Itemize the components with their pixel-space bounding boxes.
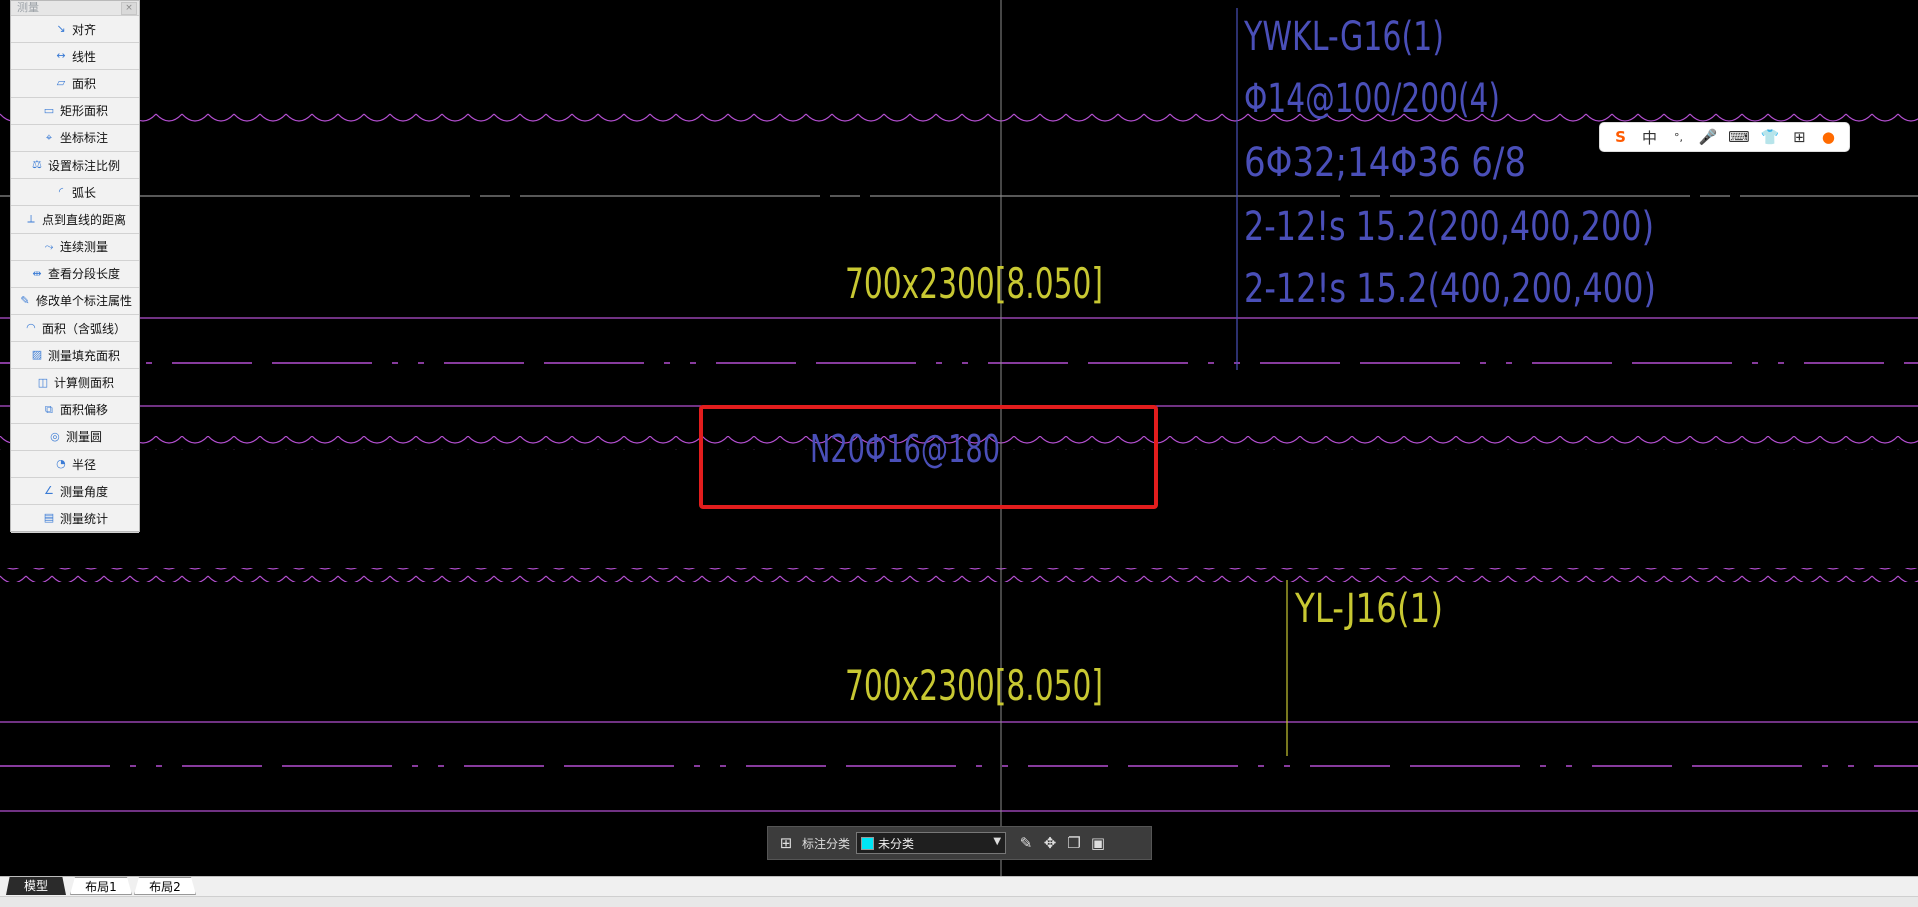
- annotation-category-label: 标注分类: [802, 836, 851, 851]
- radius-icon: ◔: [56, 457, 66, 471]
- yl-label: YL-J16(1): [1294, 586, 1443, 632]
- measure-tool-statistics[interactable]: ▤ 测量统计: [11, 505, 139, 533]
- tab-model[interactable]: 模型: [6, 877, 66, 895]
- keyboard-icon[interactable]: ⌨: [1728, 128, 1750, 146]
- toolbox-icon[interactable]: ⊞: [1790, 128, 1808, 146]
- status-bar: [0, 896, 1918, 907]
- measure-tool-angle[interactable]: ∠ 测量角度: [11, 478, 139, 506]
- measure-tool-segment-length[interactable]: ⇹ 查看分段长度: [11, 261, 139, 288]
- close-icon[interactable]: ×: [121, 2, 137, 15]
- category-color-swatch: [861, 836, 875, 850]
- measure-tool-label: 弧长: [71, 185, 96, 200]
- arc-length-icon: ◜: [58, 185, 64, 199]
- measure-tool-edit-dimension[interactable]: ✎ 修改单个标注属性: [11, 288, 139, 316]
- tab-layout2[interactable]: 布局2: [134, 877, 196, 895]
- measure-tool-label: 测量圆: [65, 430, 102, 445]
- ywkl-side-rebar-2: 2-12!s 15.2(400,200,400): [1244, 266, 1656, 312]
- tab-layout1[interactable]: 布局1: [70, 877, 132, 895]
- area-icon: ▱: [56, 76, 66, 90]
- measure-tool-label: 测量角度: [59, 484, 108, 499]
- measure-tool-label: 设置标注比例: [47, 158, 120, 173]
- measure-tool-circle-measure[interactable]: ◎ 测量圆: [11, 424, 139, 451]
- punctuation-icon[interactable]: °,: [1669, 131, 1687, 144]
- measure-tool-rect-area[interactable]: ▭ 矩形面积: [11, 98, 139, 125]
- angle-icon: ∠: [44, 484, 54, 498]
- measure-tool-label: 查看分段长度: [47, 267, 120, 282]
- measure-tool-point-line-distance[interactable]: ⟂ 点到直线的距离: [11, 206, 139, 234]
- rect-area-icon: ▭: [43, 103, 55, 117]
- measure-tool-arc-length[interactable]: ◜ 弧长: [11, 179, 139, 207]
- wavy-line-bottom: [0, 568, 1918, 582]
- measure-tool-label: 连续测量: [59, 240, 108, 255]
- scale-icon: ⚖: [32, 158, 42, 172]
- beam-size-bottom: 700x2300[8.050]: [845, 661, 1103, 710]
- selected-category: 未分类: [878, 836, 915, 851]
- measure-tool-continuous-measure[interactable]: ⤳ 连续测量: [11, 234, 139, 261]
- wavy-line-top: [0, 108, 1918, 122]
- mascot-icon[interactable]: ●: [1819, 128, 1837, 146]
- edit-icon[interactable]: ✎: [1014, 831, 1038, 855]
- measure-tool-fill-area[interactable]: ▨ 测量填充面积: [11, 342, 139, 370]
- fill-area-icon: ▨: [31, 348, 43, 362]
- panel-title-text: 测量: [17, 1, 39, 14]
- measure-panel: 测量 × ↘ 对齐 ↔ 线性 ▱ 面积 ▭ 矩形面积 ⌖ 坐标标注 ⚖ 设置标注比例 ◜ 弧长 ⟂ 点到直线的…: [10, 0, 140, 533]
- circle-measure-icon: ◎: [50, 429, 60, 443]
- measure-tool-label: 线性: [71, 49, 96, 64]
- chinese-mode-toggle[interactable]: 中: [1640, 127, 1658, 148]
- measure-tool-area-offset[interactable]: ⧉ 面积偏移: [11, 397, 139, 424]
- measure-tool-label: 修改单个标注属性: [35, 294, 132, 309]
- measure-tool-label: 面积: [71, 76, 96, 91]
- highlight-rebar-text: N20Φ16@180: [810, 427, 1000, 471]
- measure-tool-radius[interactable]: ◔ 半径: [11, 451, 139, 479]
- layout-tabs: 模型 布局1 布局2: [0, 876, 1918, 897]
- measure-tool-label: 对齐: [71, 22, 96, 37]
- measure-tool-scale[interactable]: ⚖ 设置标注比例: [11, 152, 139, 180]
- statistics-icon: ▤: [43, 511, 55, 525]
- measure-tool-arc-area[interactable]: ◠ 面积（含弧线）: [11, 315, 139, 343]
- microphone-icon[interactable]: 🎤: [1698, 128, 1717, 146]
- move-icon[interactable]: ✥: [1038, 831, 1062, 855]
- measure-tool-label: 测量统计: [59, 511, 108, 526]
- sogou-logo-icon[interactable]: S: [1611, 128, 1629, 146]
- measure-tool-linear-measure[interactable]: ↔ 线性: [11, 43, 139, 71]
- coordinate-icon: ⌖: [45, 130, 53, 144]
- ywkl-stirrup: Φ14@100/200(4): [1244, 76, 1500, 122]
- paste-icon[interactable]: ▣: [1086, 831, 1110, 855]
- align-measure-icon: ↘: [56, 22, 66, 36]
- measure-tool-label: 测量填充面积: [47, 348, 120, 363]
- measure-tool-label: 点到直线的距离: [41, 212, 126, 227]
- measure-tool-label: 矩形面积: [59, 104, 108, 119]
- area-offset-icon: ⧉: [45, 402, 53, 416]
- ime-toolbar: S 中 °, 🎤 ⌨ 👕 ⊞ ●: [1599, 122, 1850, 152]
- annotation-category-select[interactable]: 未分类 ▼: [856, 832, 1007, 854]
- ywkl-main-rebar: 6Φ32;14Φ36 6/8: [1244, 140, 1526, 186]
- annotation-toolbar: ⊞ 标注分类 未分类 ▼ ✎ ✥ ❐ ▣: [767, 826, 1152, 860]
- edit-dimension-icon: ✎: [20, 293, 30, 307]
- measure-tool-label: 计算侧面积: [53, 376, 114, 391]
- continuous-measure-icon: ⤳: [44, 239, 54, 253]
- measure-tool-label: 坐标标注: [59, 131, 108, 146]
- skin-icon[interactable]: 👕: [1761, 128, 1780, 146]
- ywkl-label: YWKL-G16(1): [1243, 14, 1444, 60]
- measure-tool-side-area[interactable]: ◫ 计算侧面积: [11, 369, 139, 397]
- point-line-distance-icon: ⟂: [27, 212, 35, 226]
- side-area-icon: ◫: [37, 375, 49, 389]
- measure-tool-coordinate[interactable]: ⌖ 坐标标注: [11, 125, 139, 152]
- segment-length-icon: ⇹: [32, 266, 42, 280]
- copy-icon[interactable]: ❐: [1062, 831, 1086, 855]
- measure-tool-align-measure[interactable]: ↘ 对齐: [11, 16, 139, 44]
- measure-panel-title: 测量 ×: [11, 1, 139, 16]
- measure-tool-label: 面积偏移: [59, 403, 108, 418]
- linear-measure-icon: ↔: [56, 49, 66, 63]
- grid-icon[interactable]: ⊞: [774, 831, 798, 855]
- arc-area-icon: ◠: [26, 321, 36, 335]
- measure-tool-area[interactable]: ▱ 面积: [11, 70, 139, 98]
- chevron-down-icon: ▼: [993, 836, 1002, 847]
- beam-size-top: 700x2300[8.050]: [845, 259, 1103, 308]
- measure-tool-list: ↘ 对齐 ↔ 线性 ▱ 面积 ▭ 矩形面积 ⌖ 坐标标注 ⚖ 设置标注比例 ◜ 弧长 ⟂ 点到直线的距离 ⤳ 连续…: [11, 16, 139, 533]
- measure-tool-label: 面积（含弧线）: [41, 321, 126, 336]
- ywkl-side-rebar-1: 2-12!s 15.2(200,400,200): [1244, 204, 1654, 250]
- measure-tool-label: 半径: [71, 457, 96, 472]
